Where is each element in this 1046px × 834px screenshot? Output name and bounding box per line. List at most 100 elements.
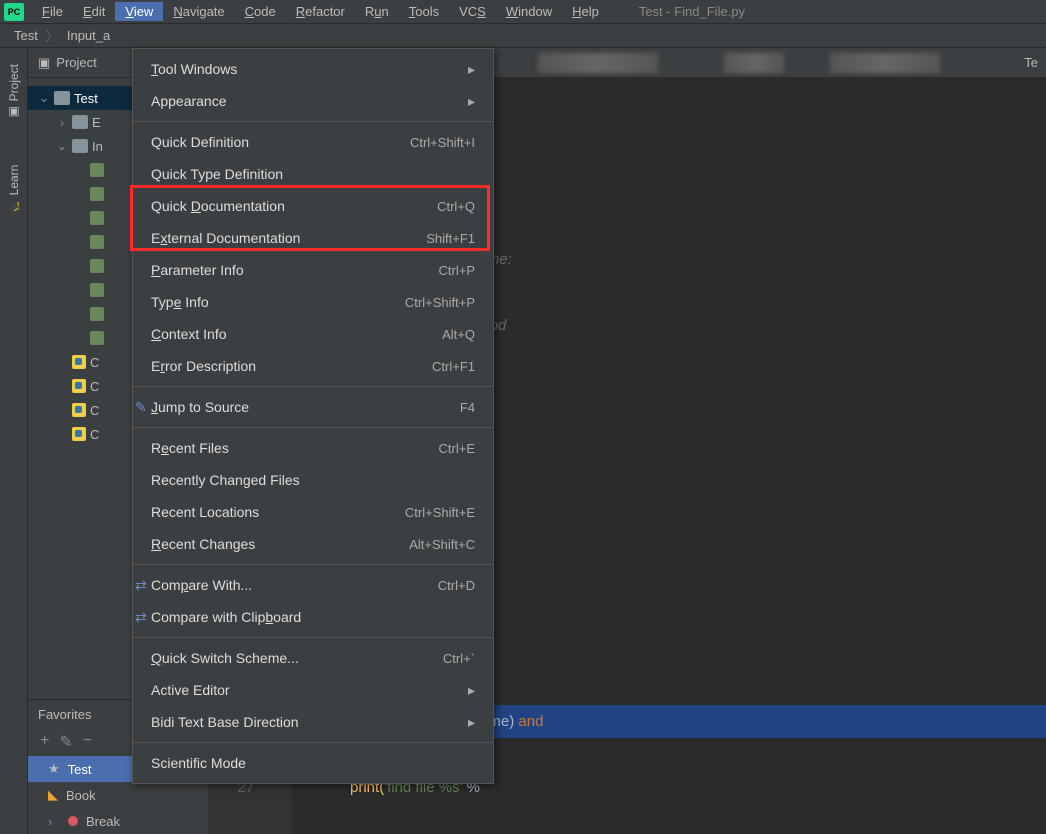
menu-quick-type-definition[interactable]: Quick Type Definition xyxy=(133,158,493,190)
editor-tab[interactable] xyxy=(538,53,658,73)
menu-refactor[interactable]: Refactor xyxy=(286,2,355,21)
window-title: Test - Find_File.py xyxy=(639,4,745,19)
tree-label: Test xyxy=(74,91,98,106)
edit-icon[interactable]: ✎ xyxy=(59,732,72,752)
chevron-right-icon: ▸ xyxy=(468,61,475,78)
favorites-label: Book xyxy=(66,788,96,803)
menu-compare-clipboard[interactable]: ⇄Compare with Clipboard xyxy=(133,601,493,633)
add-icon[interactable]: + xyxy=(40,732,49,752)
menu-recently-changed-files[interactable]: Recently Changed Files xyxy=(133,464,493,496)
menu-jump-to-source[interactable]: ✎Jump to SourceF4 xyxy=(133,391,493,423)
file-icon xyxy=(90,307,104,321)
menu-edit[interactable]: Edit xyxy=(73,2,115,21)
menu-navigate[interactable]: Navigate xyxy=(163,2,234,21)
menu-file[interactable]: File xyxy=(32,2,73,21)
chevron-right-icon[interactable]: › xyxy=(48,814,60,829)
tool-tab-learn[interactable]: 🎓 Learn xyxy=(7,157,21,222)
menu-active-editor[interactable]: Active Editor▸ xyxy=(133,674,493,706)
left-tool-tabs: ▣ Project 🎓 Learn xyxy=(0,48,28,834)
folder-icon: ▣ xyxy=(38,55,50,71)
python-icon xyxy=(72,403,86,417)
favorites-item-bookmarks[interactable]: ◣ Book xyxy=(28,782,208,808)
menu-separator xyxy=(133,564,493,565)
menu-separator xyxy=(133,121,493,122)
file-icon xyxy=(90,283,104,297)
favorites-title: Favorites xyxy=(38,707,91,722)
remove-icon[interactable]: − xyxy=(83,732,92,752)
tool-tab-project[interactable]: ▣ Project xyxy=(7,56,21,127)
menu-context-info[interactable]: Context InfoAlt+Q xyxy=(133,318,493,350)
tree-label: C xyxy=(90,427,99,442)
menu-tool-windows[interactable]: Tool Windows▸ xyxy=(133,53,493,85)
menu-type-info[interactable]: Type InfoCtrl+Shift+P xyxy=(133,286,493,318)
file-icon xyxy=(90,235,104,249)
editor-tab-active[interactable]: Te xyxy=(1024,55,1038,70)
file-icon xyxy=(90,259,104,273)
learn-icon: 🎓 xyxy=(7,200,21,215)
file-icon xyxy=(90,331,104,345)
menu-vcs[interactable]: VCS xyxy=(449,2,496,21)
project-header-label: Project xyxy=(56,55,96,70)
menu-view[interactable]: View xyxy=(115,2,163,21)
breadcrumb: Test 〉 Input_a xyxy=(0,24,1046,48)
star-icon: ★ xyxy=(48,761,60,777)
folder-icon xyxy=(54,91,70,105)
chevron-right-icon[interactable]: › xyxy=(56,115,68,130)
menu-quick-documentation[interactable]: Quick DocumentationCtrl+Q xyxy=(133,190,493,222)
menu-compare-with[interactable]: ⇄Compare With...Ctrl+D xyxy=(133,569,493,601)
menu-code[interactable]: Code xyxy=(235,2,286,21)
menu-separator xyxy=(133,386,493,387)
menu-recent-locations[interactable]: Recent LocationsCtrl+Shift+E xyxy=(133,496,493,528)
diff-icon: ⇄ xyxy=(135,577,151,593)
menu-separator xyxy=(133,742,493,743)
diff-clipboard-icon: ⇄ xyxy=(135,609,151,625)
tree-label: C xyxy=(90,355,99,370)
python-icon xyxy=(72,379,86,393)
menu-scientific-mode[interactable]: Scientific Mode xyxy=(133,747,493,779)
menu-window[interactable]: Window xyxy=(496,2,562,21)
chevron-right-icon: ▸ xyxy=(468,682,475,699)
tree-label: E xyxy=(92,115,101,130)
menu-external-documentation[interactable]: External DocumentationShift+F1 xyxy=(133,222,493,254)
menu-recent-files[interactable]: Recent FilesCtrl+E xyxy=(133,432,493,464)
tree-label: C xyxy=(90,379,99,394)
menu-quick-switch-scheme[interactable]: Quick Switch Scheme...Ctrl+` xyxy=(133,642,493,674)
folder-icon: ▣ xyxy=(7,105,21,119)
menu-run[interactable]: Run xyxy=(355,2,399,21)
menu-quick-definition[interactable]: Quick DefinitionCtrl+Shift+I xyxy=(133,126,493,158)
tree-label: In xyxy=(92,139,103,154)
favorites-label: Break xyxy=(86,814,120,829)
menu-error-description[interactable]: Error DescriptionCtrl+F1 xyxy=(133,350,493,382)
view-menu-dropdown: Tool Windows▸ Appearance▸ Quick Definiti… xyxy=(132,48,494,784)
menu-recent-changes[interactable]: Recent ChangesAlt+Shift+C xyxy=(133,528,493,560)
menu-appearance[interactable]: Appearance▸ xyxy=(133,85,493,117)
breadcrumb-item[interactable]: Input_a xyxy=(63,28,114,43)
menu-tools[interactable]: Tools xyxy=(399,2,449,21)
file-icon xyxy=(90,211,104,225)
menu-separator xyxy=(133,427,493,428)
favorites-item-breakpoints[interactable]: › Break xyxy=(28,808,208,834)
folder-icon xyxy=(72,139,88,153)
chevron-right-icon: ▸ xyxy=(468,714,475,731)
breadcrumb-root[interactable]: Test xyxy=(10,28,42,43)
menu-parameter-info[interactable]: Parameter InfoCtrl+P xyxy=(133,254,493,286)
chevron-right-icon: ▸ xyxy=(468,93,475,110)
breakpoint-icon xyxy=(68,816,78,826)
bookmark-icon: ◣ xyxy=(48,787,58,803)
python-icon xyxy=(72,427,86,441)
file-icon xyxy=(90,163,104,177)
folder-icon xyxy=(72,115,88,129)
editor-tab[interactable] xyxy=(830,53,940,73)
file-icon xyxy=(90,187,104,201)
menu-bidi[interactable]: Bidi Text Base Direction▸ xyxy=(133,706,493,738)
breadcrumb-sep: 〉 xyxy=(42,26,63,45)
menu-help[interactable]: Help xyxy=(562,2,609,21)
python-icon xyxy=(72,355,86,369)
edit-source-icon: ✎ xyxy=(135,399,151,415)
editor-tab[interactable] xyxy=(724,53,784,73)
favorites-label: Test xyxy=(68,762,92,777)
menubar: PC File Edit View Navigate Code Refactor… xyxy=(0,0,1046,24)
chevron-down-icon[interactable]: ⌄ xyxy=(38,90,50,106)
app-logo: PC xyxy=(4,3,24,21)
chevron-down-icon[interactable]: ⌄ xyxy=(56,138,68,154)
